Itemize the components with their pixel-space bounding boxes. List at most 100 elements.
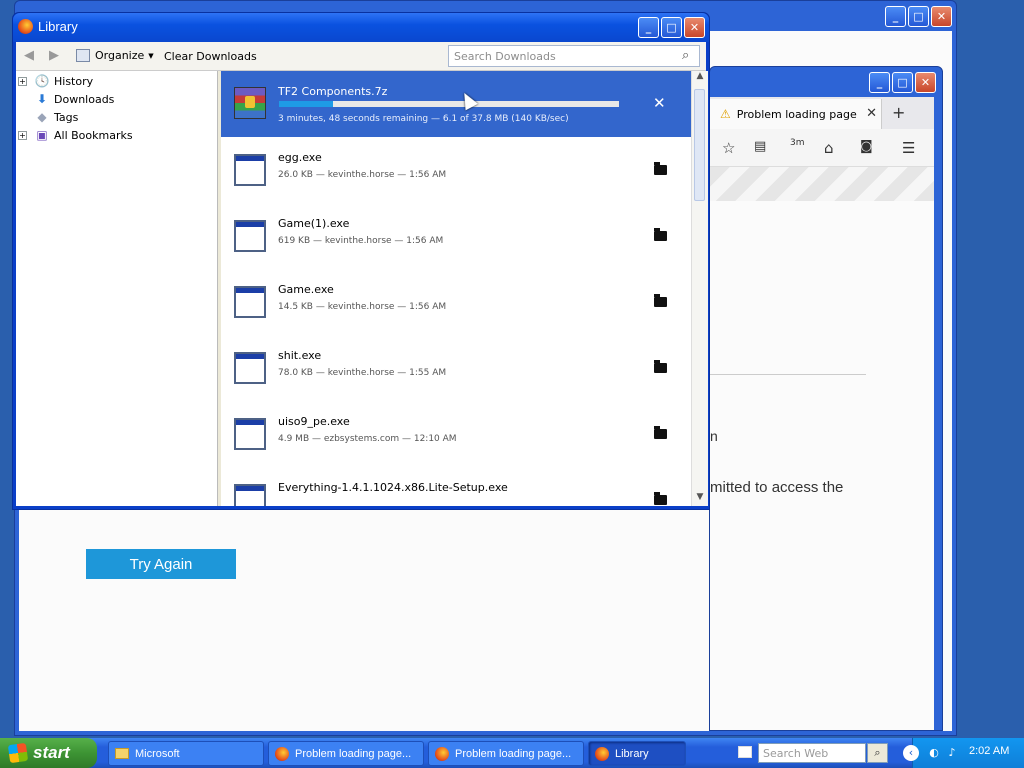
error-text-fragment: mitted to access the — [710, 479, 844, 496]
firefox-icon — [275, 746, 289, 761]
open-folder-icon[interactable] — [654, 228, 667, 241]
expand-icon[interactable]: + — [18, 130, 27, 140]
progress-fill — [279, 101, 334, 107]
tray-collapse-icon[interactable]: ‹ — [903, 745, 919, 761]
close-button[interactable]: ✕ — [931, 6, 952, 27]
tab-bar: ⚠ Problem loading page ✕ + — [710, 97, 934, 129]
downloads-scrollbar[interactable]: ▲ ▼ — [691, 71, 708, 506]
download-item[interactable]: Everything-1.4.1.1024.x86.Lite-Setup.exe — [221, 467, 691, 506]
download-item-active[interactable]: TF2 Components.7z 3 minutes, 48 seconds … — [221, 71, 691, 137]
clock[interactable]: 2:02 AM — [969, 745, 1009, 757]
clear-downloads-button[interactable]: Clear Downloads — [164, 50, 257, 63]
minimize-button[interactable]: _ — [638, 17, 659, 38]
tab-problem-loading[interactable]: ⚠ Problem loading page ✕ — [710, 99, 882, 129]
maximize-button[interactable]: □ — [908, 6, 929, 27]
download-item[interactable]: Game.exe 14.5 KB — kevinthe.horse — 1:56… — [221, 269, 691, 335]
download-item[interactable]: uiso9_pe.exe 4.9 MB — ezbsystems.com — 1… — [221, 401, 691, 467]
try-again-button[interactable]: Try Again — [86, 549, 236, 579]
search-downloads-input[interactable]: Search Downloads — [448, 45, 700, 67]
forward-arrow-icon[interactable]: ▶ — [49, 48, 59, 63]
divider — [710, 374, 866, 375]
expand-icon[interactable]: + — [18, 76, 27, 86]
firefox-icon — [18, 19, 33, 34]
sidebar-item-tags[interactable]: ◆ Tags — [16, 108, 78, 126]
download-name: uiso9_pe.exe — [278, 415, 350, 428]
keyboard-icon[interactable] — [738, 746, 752, 758]
executable-icon — [234, 154, 266, 186]
open-folder-icon[interactable] — [654, 294, 667, 307]
open-folder-icon[interactable] — [654, 360, 667, 373]
organize-menu-button[interactable]: Organize ▼ — [76, 49, 154, 62]
download-item[interactable]: egg.exe 26.0 KB — kevinthe.horse — 1:56 … — [221, 137, 691, 203]
maximize-button[interactable]: □ — [892, 72, 913, 93]
close-button[interactable]: ✕ — [915, 72, 936, 93]
taskbar-item-label: Microsoft — [135, 747, 180, 760]
library-sidebar: + 🕓 History ⬇ Downloads ◆ Tags + ▣ All B… — [16, 71, 218, 506]
minimize-button[interactable]: _ — [869, 72, 890, 93]
library-window-controls: _ □ ✕ — [638, 17, 705, 38]
taskbar-item-firefox[interactable]: Problem loading page... — [428, 741, 584, 766]
menu-icon[interactable]: ☰ — [902, 139, 915, 157]
sidebar-item-label: History — [54, 74, 94, 88]
download-name: Game(1).exe — [278, 217, 350, 230]
windows-logo-icon — [7, 742, 29, 764]
start-button[interactable]: start — [0, 738, 97, 768]
taskbar-item-label: Problem loading page... — [455, 747, 572, 760]
sidebar-item-label: Tags — [54, 110, 79, 124]
bookmarks-icon: ▣ — [36, 128, 48, 142]
system-tray: ‹ ◐ ♪ 2:02 AM — [903, 738, 1024, 768]
firefox-icon — [595, 746, 609, 761]
download-item[interactable]: shit.exe 78.0 KB — kevinthe.horse — 1:55… — [221, 335, 691, 401]
executable-icon — [234, 286, 266, 318]
window-title: Library — [38, 19, 78, 34]
network-icon[interactable]: ◐ — [927, 746, 941, 760]
sidebar-item-downloads[interactable]: ⬇ Downloads — [16, 90, 114, 108]
open-folder-icon[interactable] — [654, 426, 667, 439]
download-arrow-icon: ⬇ — [36, 92, 48, 106]
library-titlebar[interactable]: Library _ □ ✕ — [13, 13, 709, 42]
back-arrow-icon[interactable]: ◀ — [24, 48, 34, 63]
download-progress-bar — [279, 101, 619, 107]
archive-icon — [234, 87, 266, 119]
taskbar-item-microsoft[interactable]: Microsoft — [108, 741, 264, 766]
pocket-icon[interactable]: ◙ — [860, 139, 873, 154]
open-folder-icon[interactable] — [654, 492, 667, 505]
web-search-button[interactable]: ⌕ — [867, 743, 888, 763]
taskbar-item-label: Problem loading page... — [295, 747, 412, 760]
download-meta: 78.0 KB — kevinthe.horse — 1:55 AM — [278, 368, 447, 378]
warning-icon: ⚠ — [720, 107, 731, 121]
close-tab-icon[interactable]: ✕ — [866, 106, 877, 121]
minimize-button[interactable]: _ — [885, 6, 906, 27]
cancel-download-icon[interactable]: ✕ — [653, 94, 666, 112]
folder-icon — [115, 748, 129, 759]
reading-list-icon[interactable]: ▤ — [754, 139, 766, 154]
new-tab-button[interactable]: + — [892, 103, 905, 122]
download-name: shit.exe — [278, 349, 322, 362]
download-meta: 619 KB — kevinthe.horse — 1:56 AM — [278, 236, 444, 246]
download-name: egg.exe — [278, 151, 322, 164]
scrollbar-thumb[interactable] — [694, 89, 705, 201]
download-meta: 3 minutes, 48 seconds remaining — 6.1 of… — [278, 114, 569, 124]
taskbar-item-library[interactable]: Library — [588, 741, 686, 766]
library-toolbar: ◀ ▶ Organize ▼ Clear Downloads Search Do… — [16, 42, 706, 71]
error-stripes — [710, 167, 934, 201]
tab-title: Problem loading page — [736, 107, 857, 121]
close-button[interactable]: ✕ — [684, 17, 705, 38]
volume-icon[interactable]: ♪ — [945, 746, 959, 760]
sidebar-item-history[interactable]: + 🕓 History — [16, 72, 93, 90]
search-icon[interactable]: ⌕ — [682, 48, 689, 63]
open-folder-icon[interactable] — [654, 162, 667, 175]
taskbar-item-firefox[interactable]: Problem loading page... — [268, 741, 424, 766]
download-item[interactable]: Game(1).exe 619 KB — kevinthe.horse — 1:… — [221, 203, 691, 269]
scroll-up-icon[interactable]: ▲ — [692, 71, 708, 85]
maximize-button[interactable]: □ — [661, 17, 682, 38]
executable-icon — [234, 352, 266, 384]
download-name: Everything-1.4.1.1024.x86.Lite-Setup.exe — [278, 481, 508, 494]
home-icon[interactable]: ⌂ — [824, 139, 834, 157]
download-meta: 26.0 KB — kevinthe.horse — 1:56 AM — [278, 170, 447, 180]
sidebar-item-all-bookmarks[interactable]: + ▣ All Bookmarks — [16, 126, 133, 144]
web-search-input[interactable]: Search Web — [758, 743, 866, 763]
extension-badge[interactable]: 3m — [790, 138, 805, 148]
star-icon[interactable]: ☆ — [722, 139, 735, 157]
scroll-down-icon[interactable]: ▼ — [692, 492, 708, 506]
